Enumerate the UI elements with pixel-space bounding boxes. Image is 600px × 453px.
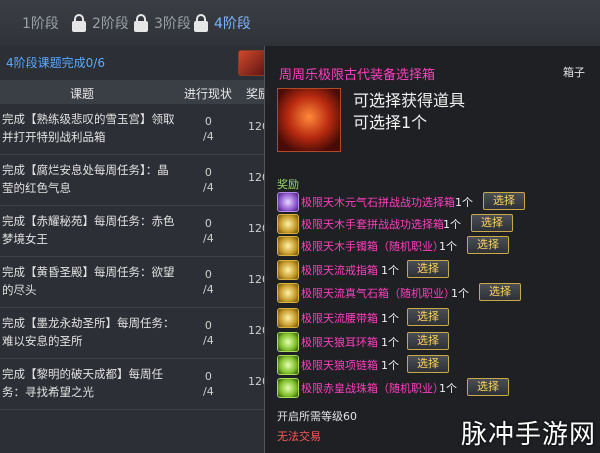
select-button[interactable]: 选择 [471,214,513,232]
watermark-logo: 脉冲手游网 [460,420,596,450]
stage-label: 4阶段 [214,16,251,32]
task-progress: 0 /4 [203,115,214,143]
select-button[interactable]: 选择 [467,378,509,396]
reward-item-name: 极限天木元气石拼战战功选择箱 [301,196,455,209]
reward-item-qty: 1个 [439,240,457,253]
stage-label: 3阶段 [154,16,191,32]
gem-icon [277,308,299,328]
quest-panel: 4阶段课题完成0/6 课题 进行现状 奖励 完成【熟练级悲叹的雪玉宫】领取并打开… [0,46,270,453]
table-row[interactable]: 完成【墨龙永劫圣所】每周任务：难以安息的圣所 0 /4 120 [0,308,270,359]
stage-label: 1阶段 [22,16,59,32]
select-button[interactable]: 选择 [407,332,449,350]
reward-item-name: 极限天狼项链箱 [301,359,378,372]
gem-icon [277,192,299,212]
select-button[interactable]: 选择 [407,260,449,278]
reward-item: 极限天流腰带箱 1个 选择 [277,308,597,328]
lock-icon [194,14,208,32]
reward-item: 极限天木元气石拼战战功选择箱 1个 选择 [277,192,597,212]
table-row[interactable]: 完成【熟练级悲叹的雪玉宫】领取并打开特别战利品箱 0 /4 120 [0,104,270,155]
table-row[interactable]: 完成【赤耀秘苑】每周任务：赤色梦境女王 0 /4 120 [0,206,270,257]
chest-icon [277,88,341,152]
reward-item-name: 极限天流腰带箱 [301,312,378,325]
task-text: 完成【赤耀秘苑】每周任务：赤色梦境女王 [2,214,175,246]
trade-restriction: 无法交易 [277,430,321,443]
reward-item-name: 极限天狼耳环箱 [301,336,378,349]
stage-tab-4[interactable]: 4阶段 [194,12,251,34]
reward-item-qty: 1个 [455,196,473,209]
reward-item: 极限天木手镯箱（随机职业） 1个 选择 [277,236,597,256]
tooltip-description: 可选择获得道具 可选择1个 [353,90,465,134]
reward-item-name: 极限天流戒指箱 [301,264,378,277]
tooltip-title: 周周乐极限古代装备选择箱 [279,68,436,83]
select-button[interactable]: 选择 [479,283,521,301]
table-header: 课题 进行现状 奖励 [0,80,270,104]
gem-icon [277,332,299,352]
gem-icon [277,260,299,280]
task-text: 完成【熟练级悲叹的雪玉宫】领取并打开特别战利品箱 [2,112,175,144]
description-line: 可选择获得道具 [353,91,466,110]
reward-item: 极限天狼耳环箱 1个 选择 [277,332,597,352]
reward-item: 极限天狼项链箱 1个 选择 [277,355,597,375]
gem-icon [277,236,299,256]
reward-item: 极限天流真气石箱（随机职业） 1个 选择 [277,283,597,303]
task-progress: 0 /4 [203,217,214,245]
table-row[interactable]: 完成【黄昏圣殿】每周任务：欲望的尽头 0 /4 120 [0,257,270,308]
reward-item-name: 极限天木手套拼战战功选择箱 [301,218,444,231]
reward-item-qty: 1个 [451,287,469,300]
reward-item-name: 极限天流真气石箱（随机职业） [301,287,455,300]
stage-tab-2[interactable]: 2阶段 [72,12,129,34]
lock-icon [72,14,86,32]
gem-icon [277,378,299,398]
task-progress: 0 /4 [203,268,214,296]
reward-item-qty: 1个 [381,359,399,372]
reward-item-qty: 1个 [439,382,457,395]
reward-label: 奖励 [277,178,299,191]
reward-item-name: 极限赤皇战珠箱（随机职业） [301,382,444,395]
select-button[interactable]: 选择 [407,308,449,326]
stage-label: 2阶段 [92,16,129,32]
task-text: 完成【黄昏圣殿】每周任务：欲望的尽头 [2,265,175,297]
table-row[interactable]: 完成【黎明的破天成都】每周任务：寻找希望之光 0 /4 120 [0,359,270,410]
reward-item: 极限赤皇战珠箱（随机职业） 1个 选择 [277,378,597,398]
task-text: 完成【墨龙永劫圣所】每周任务：难以安息的圣所 [2,316,175,348]
lock-icon [134,14,148,32]
table-row[interactable]: 完成【腐烂安息处每周任务】：晶莹的红色气息 0 /4 120 [0,155,270,206]
task-text: 完成【黎明的破天成都】每周任务：寻找希望之光 [2,367,163,399]
tooltip-item-type: 箱子 [563,66,585,79]
header-task: 课题 [70,87,95,101]
reward-item-qty: 1个 [381,264,399,277]
header-progress: 进行现状 [184,87,233,101]
stage-tab-1[interactable]: 1阶段 [22,12,59,34]
reward-item-qty: 1个 [381,336,399,349]
reward-item-qty: 1个 [381,312,399,325]
stage-progress-text: 4阶段课题完成0/6 [6,56,105,70]
gem-icon [277,355,299,375]
task-progress: 0 /4 [203,166,214,194]
task-text: 完成【腐烂安息处每周任务】：晶莹的红色气息 [2,163,169,195]
gem-icon [277,214,299,234]
select-button[interactable]: 选择 [483,192,525,210]
stage-tab-3[interactable]: 3阶段 [134,12,191,34]
description-line: 可选择1个 [353,113,428,132]
reward-item-name: 极限天木手镯箱（随机职业） [301,240,444,253]
level-requirement: 开启所需等级60 [277,410,357,423]
chest-icon[interactable] [238,50,266,76]
select-button[interactable]: 选择 [407,355,449,373]
item-tooltip: 周周乐极限古代装备选择箱 箱子 可选择获得道具 可选择1个 奖励 极限天木元气石… [264,46,600,453]
reward-item: 极限天流戒指箱 1个 选择 [277,260,597,280]
reward-item: 极限天木手套拼战战功选择箱 1个 选择 [277,214,597,234]
task-progress: 0 /4 [203,370,214,398]
gem-icon [277,283,299,303]
select-button[interactable]: 选择 [467,236,509,254]
task-progress: 0 /4 [203,319,214,347]
stage-bar: 1阶段 2阶段 3阶段 4阶段 [0,0,600,47]
reward-item-qty: 1个 [443,218,461,231]
